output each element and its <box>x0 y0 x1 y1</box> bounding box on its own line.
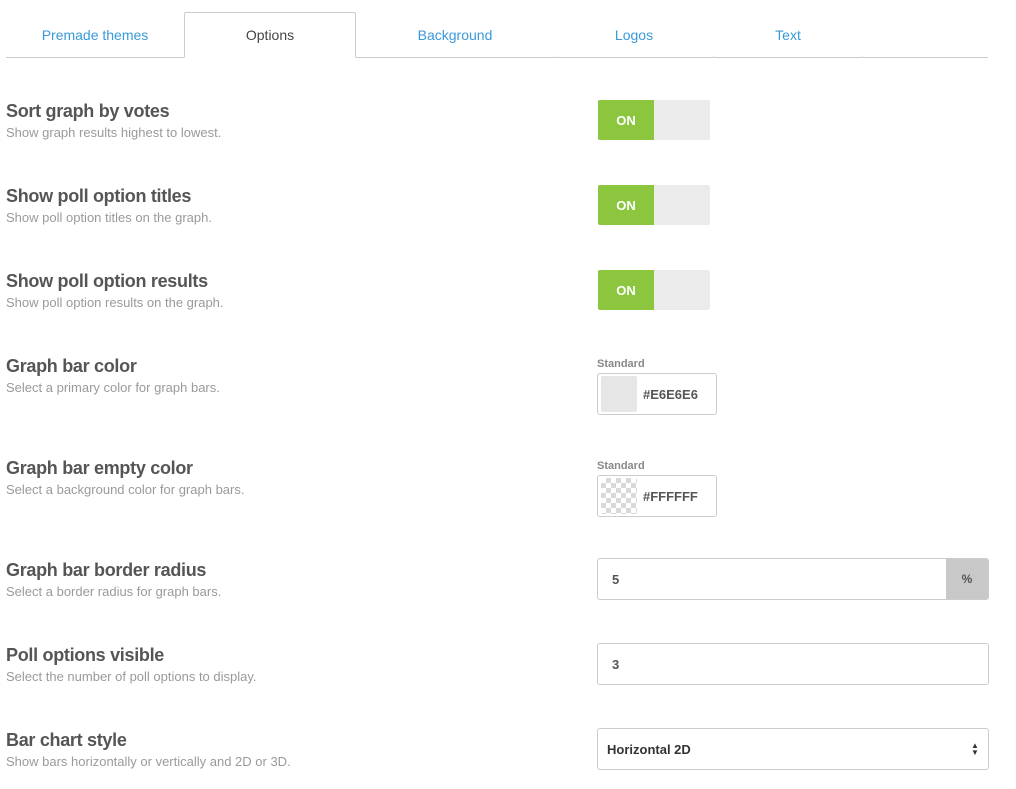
setting-title: Show poll option titles <box>6 186 192 206</box>
settings-tabs: Premade themes Options Background Logos … <box>6 12 988 58</box>
toggle-off-area <box>654 270 710 310</box>
color-hex-value: #FFFFFF <box>643 488 698 504</box>
bar-color-picker[interactable]: #E6E6E6 <box>597 373 717 415</box>
setting-description: Show poll option results on the graph. <box>6 295 224 310</box>
color-swatch <box>601 376 637 412</box>
chart-style-select[interactable]: Horizontal 2D ▲ ▼ <box>597 728 989 770</box>
options-visible-input[interactable]: 3 <box>597 643 989 685</box>
setting-title: Show poll option results <box>6 271 208 291</box>
transparent-swatch <box>601 478 637 514</box>
tab-background[interactable]: Background <box>356 12 554 58</box>
setting-description: Select a primary color for graph bars. <box>6 380 220 395</box>
tab-premade-themes[interactable]: Premade themes <box>6 12 184 58</box>
select-arrows-icon: ▲ ▼ <box>971 741 979 757</box>
show-titles-toggle[interactable]: ON <box>598 185 710 225</box>
show-results-toggle[interactable]: ON <box>598 270 710 310</box>
setting-title: Graph bar empty color <box>6 458 193 478</box>
color-hex-value: #E6E6E6 <box>643 386 698 402</box>
setting-bar-empty-color: Graph bar empty color Select a backgroun… <box>6 457 988 498</box>
toggle-on-label: ON <box>598 185 654 225</box>
border-radius-input[interactable]: 5 % <box>597 558 989 600</box>
setting-description: Show poll option titles on the graph. <box>6 210 212 225</box>
setting-show-results: Show poll option results Show poll optio… <box>6 270 988 311</box>
toggle-off-area <box>654 185 710 225</box>
tab-options[interactable]: Options <box>184 12 356 58</box>
tab-logos[interactable]: Logos <box>555 12 713 58</box>
select-value: Horizontal 2D <box>607 741 691 757</box>
setting-show-titles: Show poll option titles Show poll option… <box>6 185 988 226</box>
percent-addon: % <box>946 559 988 599</box>
picker-label: Standard <box>597 358 645 370</box>
tab-text[interactable]: Text <box>714 12 862 58</box>
setting-title: Sort graph by votes <box>6 101 170 121</box>
tab-separator <box>862 56 863 58</box>
bar-empty-color-picker[interactable]: #FFFFFF <box>597 475 717 517</box>
setting-sort-graph: Sort graph by votes Show graph results h… <box>6 100 988 141</box>
setting-description: Select a background color for graph bars… <box>6 482 245 497</box>
setting-title: Graph bar color <box>6 356 137 376</box>
input-value: 3 <box>612 656 620 672</box>
setting-bar-color: Graph bar color Select a primary color f… <box>6 355 988 396</box>
toggle-off-area <box>654 100 710 140</box>
input-value: 5 <box>612 571 620 587</box>
picker-label: Standard <box>597 460 645 472</box>
sort-graph-toggle[interactable]: ON <box>598 100 710 140</box>
setting-description: Show graph results highest to lowest. <box>6 125 222 140</box>
toggle-on-label: ON <box>598 100 654 140</box>
toggle-on-label: ON <box>598 270 654 310</box>
